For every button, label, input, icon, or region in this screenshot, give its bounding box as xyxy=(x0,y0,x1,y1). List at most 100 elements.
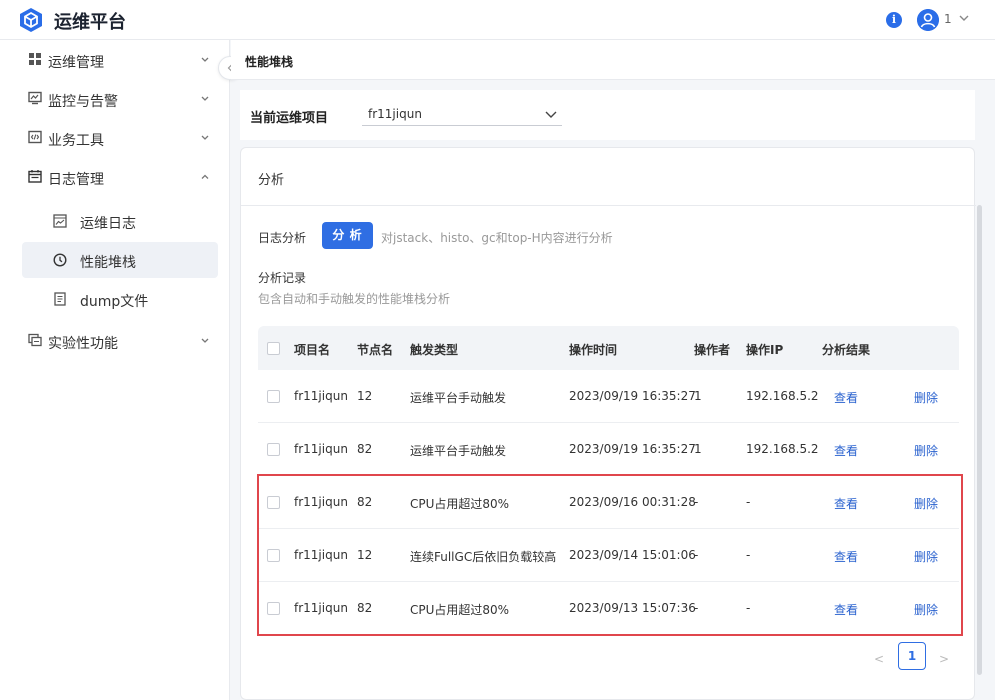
cell-operator: 1 xyxy=(694,389,702,403)
cell-project: fr11jiqun xyxy=(294,389,348,403)
file-icon xyxy=(54,292,66,306)
cell-ip: - xyxy=(746,495,751,509)
cell-node: 82 xyxy=(357,442,373,456)
sidebar-item-label: 性能堆栈 xyxy=(80,255,136,271)
cell-ip: - xyxy=(746,548,751,562)
cell-node: 82 xyxy=(357,495,373,509)
view-link[interactable]: 查看 xyxy=(834,548,858,565)
cell-ip: 192.168.5.2 xyxy=(746,389,819,403)
info-icon[interactable]: i xyxy=(886,12,902,28)
monitor-icon xyxy=(28,91,42,105)
chart-icon xyxy=(53,214,67,228)
cell-time: 2023/09/19 16:35:27 xyxy=(569,389,696,403)
delete-link[interactable]: 删除 xyxy=(914,442,938,459)
sidebar-item-ops-management[interactable]: 运维管理 xyxy=(22,42,218,78)
sidebar-item-label: dump文件 xyxy=(80,294,149,310)
log-analysis-label: 日志分析 xyxy=(258,231,307,245)
sidebar-item-ops-log[interactable]: 运维日志 xyxy=(22,203,218,239)
sidebar-item-business-tools[interactable]: 业务工具 xyxy=(22,120,218,156)
user-avatar-icon[interactable] xyxy=(917,9,939,31)
pagination-prev[interactable]: < xyxy=(874,652,884,666)
cell-node: 12 xyxy=(357,389,373,403)
cell-trigger: CPU占用超过80% xyxy=(410,497,510,511)
column-header: 分析结果 xyxy=(822,343,871,357)
view-link[interactable]: 查看 xyxy=(834,442,858,459)
records-title: 分析记录 xyxy=(258,271,307,285)
chevron-down-icon xyxy=(201,338,209,343)
code-icon xyxy=(28,130,42,144)
row-checkbox[interactable] xyxy=(267,443,280,456)
cell-time: 2023/09/13 15:07:36 xyxy=(569,601,696,615)
sidebar-item-log-management[interactable]: 日志管理 xyxy=(22,159,218,195)
project-label: 当前运维项目 xyxy=(250,111,329,126)
sidebar-item-label: 监控与告警 xyxy=(48,94,118,110)
sidebar-item-label: 实验性功能 xyxy=(48,336,118,352)
delete-link[interactable]: 删除 xyxy=(914,495,938,512)
table-row: fr11jiqun 82 CPU占用超过80% 2023/09/13 15:07… xyxy=(258,582,959,635)
grid-icon xyxy=(29,53,41,65)
sidebar-item-label: 业务工具 xyxy=(48,133,104,149)
view-link[interactable]: 查看 xyxy=(834,601,858,618)
sidebar: 运维管理 监控与告警 业务工具 日志管理 运维日志 性能堆栈 dump文件 实验… xyxy=(0,40,230,700)
row-checkbox[interactable] xyxy=(267,496,280,509)
column-header: 操作者 xyxy=(694,343,731,357)
analyze-button[interactable]: 分 析 xyxy=(322,222,373,249)
top-bar: 运维平台 i 1 xyxy=(0,0,995,40)
chevron-down-icon xyxy=(201,96,209,101)
sidebar-item-experimental[interactable]: 实验性功能 xyxy=(22,323,218,359)
sidebar-item-label: 运维日志 xyxy=(80,216,136,232)
cell-project: fr11jiqun xyxy=(294,442,348,456)
cell-operator: - xyxy=(694,601,699,615)
delete-link[interactable]: 删除 xyxy=(914,601,938,618)
sidebar-item-perf-stack[interactable]: 性能堆栈 xyxy=(22,242,218,278)
cell-time: 2023/09/19 16:35:27 xyxy=(569,442,696,456)
project-select-value: fr11jiqun xyxy=(368,107,422,121)
records-description: 包含自动和手动触发的性能堆栈分析 xyxy=(258,292,451,306)
row-checkbox[interactable] xyxy=(267,549,280,562)
cell-trigger: 运维平台手动触发 xyxy=(410,444,507,458)
cell-time: 2023/09/14 15:01:06 xyxy=(569,548,696,562)
divider xyxy=(241,205,976,206)
cell-operator: 1 xyxy=(694,442,702,456)
analyze-description: 对jstack、histo、gc和top-H内容进行分析 xyxy=(381,231,613,245)
chevron-down-icon xyxy=(201,135,209,140)
sidebar-item-monitoring[interactable]: 监控与告警 xyxy=(22,81,218,117)
cell-project: fr11jiqun xyxy=(294,601,348,615)
table-row: fr11jiqun 82 运维平台手动触发 2023/09/19 16:35:2… xyxy=(258,423,959,476)
view-link[interactable]: 查看 xyxy=(834,495,858,512)
table-row: fr11jiqun 12 连续FullGC后依旧负载较高 2023/09/14 … xyxy=(258,529,959,582)
sidebar-item-label: 运维管理 xyxy=(48,55,104,71)
pagination-next[interactable]: > xyxy=(939,652,949,666)
view-link[interactable]: 查看 xyxy=(834,389,858,406)
delete-link[interactable]: 删除 xyxy=(914,548,938,565)
calendar-icon xyxy=(28,170,42,183)
scrollbar-thumb[interactable] xyxy=(977,205,982,675)
scrollbar[interactable] xyxy=(975,205,983,700)
pagination-current[interactable]: 1 xyxy=(898,642,926,670)
row-checkbox[interactable] xyxy=(267,602,280,615)
column-header: 操作IP xyxy=(746,343,784,357)
cell-project: fr11jiqun xyxy=(294,548,348,562)
cell-ip: - xyxy=(746,601,751,615)
chevron-down-icon xyxy=(201,57,209,62)
cell-node: 12 xyxy=(357,548,373,562)
clock-icon xyxy=(53,253,67,267)
column-header: 节点名 xyxy=(357,343,394,357)
user-name[interactable]: 1 xyxy=(944,12,952,26)
select-all-checkbox[interactable] xyxy=(267,342,280,355)
chevron-down-icon[interactable] xyxy=(958,12,970,24)
sidebar-item-dump-file[interactable]: dump文件 xyxy=(22,281,218,317)
project-selector-card: 当前运维项目 fr11jiqun xyxy=(240,90,975,140)
table-row: fr11jiqun 82 CPU占用超过80% 2023/09/16 00:31… xyxy=(258,476,959,529)
delete-link[interactable]: 删除 xyxy=(914,389,938,406)
cell-time: 2023/09/16 00:31:28 xyxy=(569,495,696,509)
sidebar-item-label: 日志管理 xyxy=(48,172,104,188)
project-select[interactable]: fr11jiqun xyxy=(362,104,562,126)
chevron-up-icon xyxy=(201,174,209,179)
chevron-down-icon xyxy=(545,111,557,118)
analysis-card: 分析 日志分析 分 析 对jstack、histo、gc和top-H内容进行分析… xyxy=(240,147,976,700)
column-header: 项目名 xyxy=(294,343,331,357)
column-header: 触发类型 xyxy=(410,343,459,357)
row-checkbox[interactable] xyxy=(267,390,280,403)
cell-ip: 192.168.5.2 xyxy=(746,442,819,456)
